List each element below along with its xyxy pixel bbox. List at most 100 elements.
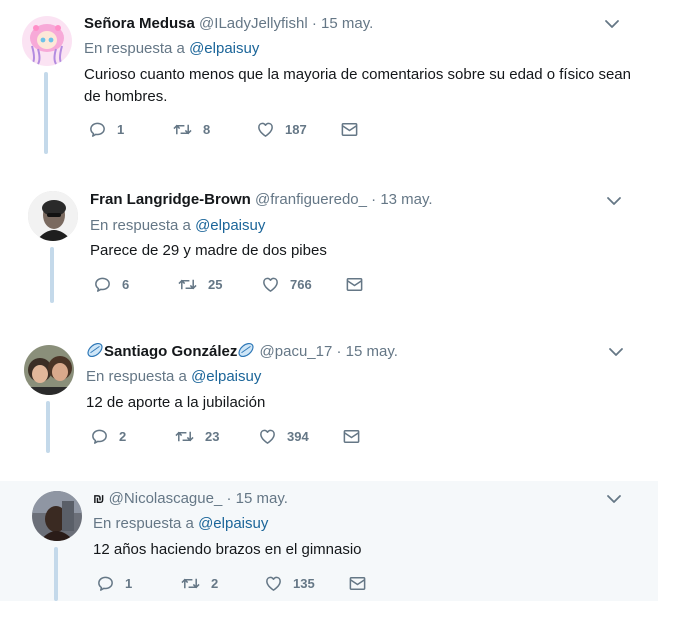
user-handle[interactable]: @pacu_17 [260, 343, 333, 360]
direct-message-button[interactable] [345, 275, 374, 294]
reply-button[interactable]: 2 [90, 427, 174, 446]
like-count: 394 [287, 429, 309, 444]
direct-message-button[interactable] [340, 120, 369, 139]
retweet-icon [174, 427, 195, 446]
like-button[interactable]: 187 [256, 120, 340, 139]
avatar[interactable] [32, 491, 82, 541]
reply-mention-link[interactable]: @elpaisuy [198, 515, 268, 532]
retweet-count: 8 [203, 122, 211, 137]
tweet-header: Señora Medusa @ILadyJellyfishl · 15 may. [84, 14, 373, 34]
tweet-3[interactable]: Santiago González @pacu_17 · 15 may. En … [0, 327, 660, 467]
chevron-down-icon[interactable] [606, 494, 622, 504]
like-button[interactable]: 394 [258, 427, 342, 446]
tweet-header: Fran Langridge-Brown @franfigueredo_ · 1… [90, 190, 433, 210]
like-count: 766 [290, 277, 312, 292]
rugby-ball-emoji [86, 341, 104, 359]
tweet-text: Parece de 29 y madre de dos pibes [90, 242, 327, 259]
message-icon [340, 120, 359, 139]
reply-count: 1 [125, 576, 133, 591]
like-icon [256, 120, 275, 139]
retweet-count: 23 [205, 429, 220, 444]
reply-count: 1 [117, 122, 125, 137]
like-button[interactable]: 135 [264, 574, 348, 593]
avatar[interactable] [28, 191, 78, 241]
like-icon [261, 275, 280, 294]
message-icon [348, 574, 367, 593]
reply-button[interactable]: 6 [93, 275, 177, 294]
chevron-down-icon[interactable] [606, 196, 622, 206]
retweet-icon [180, 574, 201, 593]
display-name[interactable]: ₪ [93, 491, 105, 506]
chevron-down-icon[interactable] [608, 347, 624, 357]
message-icon [342, 427, 361, 446]
display-name[interactable]: Fran Langridge-Brown [90, 191, 251, 208]
tweet-actions: 2 23 394 [90, 427, 371, 446]
reply-mention-link[interactable]: @elpaisuy [191, 368, 261, 385]
reply-icon [93, 275, 112, 294]
tweet-header: Santiago González @pacu_17 · 15 may. [86, 341, 398, 362]
separator: · [311, 15, 317, 32]
thread-line [46, 401, 50, 453]
direct-message-button[interactable] [348, 574, 377, 593]
retweet-icon [177, 275, 198, 294]
tweet-date[interactable]: 15 may. [321, 15, 373, 32]
reply-button[interactable]: 1 [88, 120, 172, 139]
reply-button[interactable]: 1 [96, 574, 180, 593]
like-count: 187 [285, 122, 307, 137]
reply-icon [88, 120, 107, 139]
tweet-text: 12 de aporte a la jubilación [86, 394, 266, 411]
reply-mention-link[interactable]: @elpaisuy [195, 217, 265, 234]
like-icon [264, 574, 283, 593]
user-handle[interactable]: @Nicolascague_ [109, 490, 223, 507]
separator: · [371, 191, 377, 208]
chevron-down-icon[interactable] [604, 19, 620, 29]
message-icon [345, 275, 364, 294]
reply-icon [96, 574, 115, 593]
separator: · [226, 490, 232, 507]
tweet-date[interactable]: 13 may. [380, 191, 432, 208]
avatar[interactable] [22, 16, 72, 66]
display-name[interactable]: Señora Medusa [84, 15, 195, 32]
user-handle[interactable]: @ILadyJellyfishl [199, 15, 308, 32]
retweet-button[interactable]: 8 [172, 120, 256, 139]
reply-context: En respuesta a @elpaisuy [86, 367, 261, 387]
retweet-button[interactable]: 2 [180, 574, 264, 593]
rugby-ball-emoji [237, 341, 255, 359]
separator: · [336, 343, 342, 360]
avatar[interactable] [24, 345, 74, 395]
reply-context: En respuesta a @elpaisuy [84, 39, 259, 59]
tweet-date[interactable]: 15 may. [236, 490, 288, 507]
thread-line [54, 547, 58, 601]
reply-prefix: En respuesta a [93, 515, 194, 532]
retweet-count: 25 [208, 277, 223, 292]
tweet-4[interactable]: ₪ @Nicolascague_ · 15 may. En respuesta … [0, 481, 658, 601]
reply-icon [90, 427, 109, 446]
direct-message-button[interactable] [342, 427, 371, 446]
reply-prefix: En respuesta a [90, 217, 191, 234]
reply-count: 6 [122, 277, 130, 292]
tweet-text: Curioso cuanto menos que la mayoria de c… [84, 66, 631, 105]
reply-context: En respuesta a @elpaisuy [90, 216, 265, 236]
like-icon [258, 427, 277, 446]
tweet-actions: 6 25 766 [93, 275, 374, 294]
display-name[interactable]: Santiago González [104, 343, 237, 360]
tweet-actions: 1 8 187 [88, 120, 369, 139]
thread-line [44, 72, 48, 154]
retweet-button[interactable]: 25 [177, 275, 261, 294]
retweet-button[interactable]: 23 [174, 427, 258, 446]
retweet-icon [172, 120, 193, 139]
like-button[interactable]: 766 [261, 275, 345, 294]
tweet-2[interactable]: Fran Langridge-Brown @franfigueredo_ · 1… [0, 175, 660, 315]
reply-mention-link[interactable]: @elpaisuy [189, 40, 259, 57]
tweet-date[interactable]: 15 may. [346, 343, 398, 360]
thread-line [50, 247, 54, 303]
tweet-actions: 1 2 135 [96, 574, 377, 593]
tweet-text: 12 años haciendo brazos en el gimnasio [93, 541, 362, 558]
reply-prefix: En respuesta a [86, 368, 187, 385]
user-handle[interactable]: @franfigueredo_ [255, 191, 367, 208]
reply-context: En respuesta a @elpaisuy [93, 514, 268, 534]
reply-count: 2 [119, 429, 127, 444]
reply-prefix: En respuesta a [84, 40, 185, 57]
tweet-header: ₪ @Nicolascague_ · 15 may. [93, 489, 288, 509]
tweet-1[interactable]: Señora Medusa @ILadyJellyfishl · 15 may.… [0, 0, 660, 165]
